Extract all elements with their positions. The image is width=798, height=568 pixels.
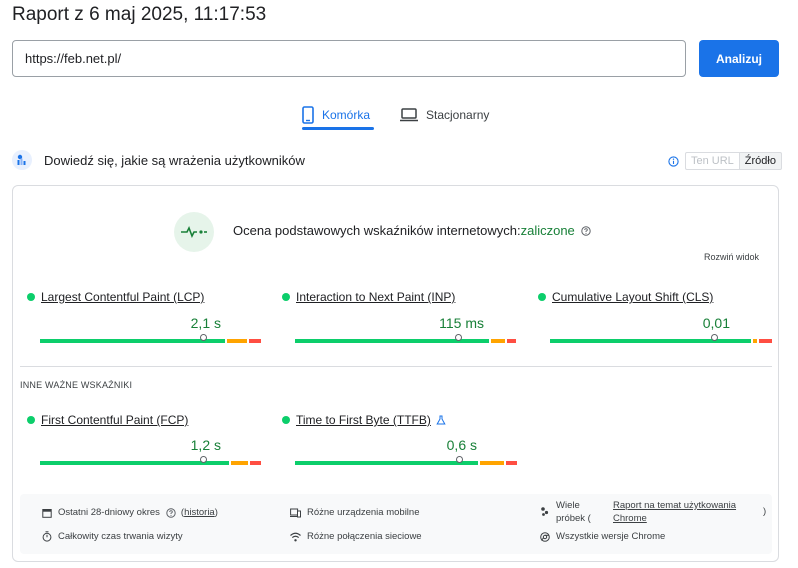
active-tab-indicator bbox=[302, 127, 374, 130]
device-type: Różne urządzenia mobilne bbox=[290, 507, 419, 518]
smartphone-icon bbox=[302, 106, 314, 124]
tab-desktop-label: Stacjonarny bbox=[426, 108, 490, 122]
poor-segment bbox=[505, 461, 517, 465]
other-metrics-label: INNE WAŻNE WSKAŹNIKI bbox=[20, 380, 133, 390]
sample-size: Wiele próbek ( Raport na temat użytkowan… bbox=[540, 499, 766, 525]
pulse-icon bbox=[181, 226, 207, 238]
close-paren: ) bbox=[214, 507, 218, 518]
poor-segment bbox=[506, 339, 516, 343]
users-icon bbox=[541, 507, 549, 516]
good-status-dot bbox=[538, 293, 546, 301]
good-status-dot bbox=[27, 416, 35, 424]
chrome-icon bbox=[540, 531, 550, 542]
metric-value: 1,2 s bbox=[190, 437, 221, 453]
flask-icon bbox=[436, 415, 446, 425]
assessment-label: Ocena podstawowych wskaźników internetow… bbox=[233, 223, 521, 238]
metric-name[interactable]: Interaction to Next Paint (INP) bbox=[296, 290, 455, 304]
samples-label: Wiele próbek ( bbox=[556, 500, 591, 524]
close-paren: ) bbox=[763, 506, 767, 517]
network-label: Różne połączenia sieciowe bbox=[307, 531, 422, 542]
needs-improvement-segment bbox=[230, 461, 249, 465]
network-type: Różne połączenia sieciowe bbox=[290, 531, 422, 542]
metric-cls: Cumulative Layout Shift (CLS) bbox=[538, 290, 713, 304]
info-icon[interactable] bbox=[668, 156, 679, 167]
period-label: Ostatni 28-dniowy okres bbox=[58, 507, 160, 518]
crux-report-link[interactable]: Raport na temat użytkowania Chrome bbox=[613, 499, 761, 525]
metric-name-link[interactable]: Cumulative Layout Shift (CLS) bbox=[538, 290, 713, 304]
analyze-button[interactable]: Analizuj bbox=[699, 40, 779, 77]
calendar-icon bbox=[42, 508, 52, 518]
duration-label: Całkowity czas trwania wizyty bbox=[58, 531, 183, 542]
metric-fcp: First Contentful Paint (FCP) bbox=[27, 413, 188, 427]
percentile-marker bbox=[199, 334, 207, 341]
metric-name-link[interactable]: First Contentful Paint (FCP) bbox=[27, 413, 188, 427]
good-segment bbox=[40, 339, 226, 343]
good-status-dot bbox=[282, 293, 290, 301]
distribution-bar bbox=[295, 334, 516, 343]
origin-toggle[interactable]: Źródło bbox=[739, 152, 782, 170]
section-divider bbox=[20, 366, 772, 367]
good-segment bbox=[550, 339, 751, 343]
expand-view-link[interactable]: Rozwiń widok bbox=[704, 252, 759, 262]
needs-improvement-segment bbox=[752, 339, 757, 343]
percentile-marker bbox=[710, 334, 718, 341]
metric-name[interactable]: Time to First Byte (TTFB) bbox=[296, 413, 431, 427]
tab-mobile[interactable]: Komórka bbox=[302, 100, 370, 130]
needs-improvement-segment bbox=[227, 339, 247, 343]
crux-section-header: Dowiedź się, jakie są wrażenia użytkowni… bbox=[12, 150, 305, 170]
url-input[interactable] bbox=[12, 40, 686, 77]
devices-icon bbox=[290, 508, 301, 517]
chrome-versions-label: Wszystkie wersje Chrome bbox=[556, 531, 666, 542]
tab-mobile-label: Komórka bbox=[322, 108, 371, 122]
metric-name-link[interactable]: Largest Contentful Paint (LCP) bbox=[27, 290, 204, 304]
visit-duration: Całkowity czas trwania wizyty bbox=[42, 531, 183, 542]
crux-users-icon bbox=[12, 150, 32, 170]
distribution-bar bbox=[550, 334, 772, 343]
metric-name[interactable]: First Contentful Paint (FCP) bbox=[41, 413, 188, 427]
percentile-marker bbox=[455, 456, 463, 463]
devices-label: Różne urządzenia mobilne bbox=[307, 507, 420, 518]
needs-improvement-segment bbox=[479, 461, 504, 465]
poor-segment bbox=[250, 461, 261, 465]
stopwatch-icon bbox=[42, 531, 52, 542]
collection-period: Ostatni 28-dniowy okres (historia) bbox=[42, 507, 218, 518]
poor-segment bbox=[248, 339, 261, 343]
this-url-toggle[interactable]: Ten URL bbox=[685, 152, 740, 170]
needs-improvement-segment bbox=[491, 339, 505, 343]
laptop-icon bbox=[400, 108, 418, 122]
wifi-icon bbox=[290, 532, 301, 541]
metric-inp: Interaction to Next Paint (INP) bbox=[282, 290, 455, 304]
metric-value: 115 ms bbox=[439, 315, 484, 331]
good-status-dot bbox=[27, 293, 35, 301]
help-icon[interactable] bbox=[166, 507, 176, 518]
report-title: Raport z 6 maj 2025, 11:17:53 bbox=[12, 4, 267, 25]
assessment-status: Ocena podstawowych wskaźników internetow… bbox=[233, 223, 591, 238]
chrome-versions: Wszystkie wersje Chrome bbox=[540, 531, 665, 542]
distribution-bar bbox=[40, 334, 261, 343]
assessment-result: zaliczone bbox=[520, 223, 575, 238]
good-status-dot bbox=[282, 416, 290, 424]
metric-name-link[interactable]: Time to First Byte (TTFB) bbox=[282, 413, 446, 427]
metric-value: 2,1 s bbox=[190, 315, 221, 331]
metric-value: 0,01 bbox=[702, 315, 730, 331]
metric-name[interactable]: Largest Contentful Paint (LCP) bbox=[41, 290, 204, 304]
history-link[interactable]: historia bbox=[184, 507, 215, 518]
good-segment bbox=[295, 461, 478, 465]
url-origin-toggle: Ten URL Źródło bbox=[685, 152, 782, 170]
poor-segment bbox=[758, 339, 772, 343]
metric-value: 0,6 s bbox=[446, 437, 477, 453]
distribution-bar bbox=[40, 456, 261, 465]
metric-name[interactable]: Cumulative Layout Shift (CLS) bbox=[552, 290, 713, 304]
percentile-marker bbox=[454, 334, 462, 341]
tab-desktop[interactable]: Stacjonarny bbox=[400, 100, 489, 130]
metric-ttfb: Time to First Byte (TTFB) bbox=[282, 413, 446, 427]
help-icon[interactable] bbox=[581, 225, 591, 236]
metric-name-link[interactable]: Interaction to Next Paint (INP) bbox=[282, 290, 455, 304]
section-title: Dowiedź się, jakie są wrażenia użytkowni… bbox=[44, 152, 305, 168]
metric-lcp: Largest Contentful Paint (LCP) bbox=[27, 290, 204, 304]
assessment-status-badge bbox=[174, 212, 214, 252]
distribution-bar bbox=[295, 456, 517, 465]
percentile-marker bbox=[199, 456, 207, 463]
